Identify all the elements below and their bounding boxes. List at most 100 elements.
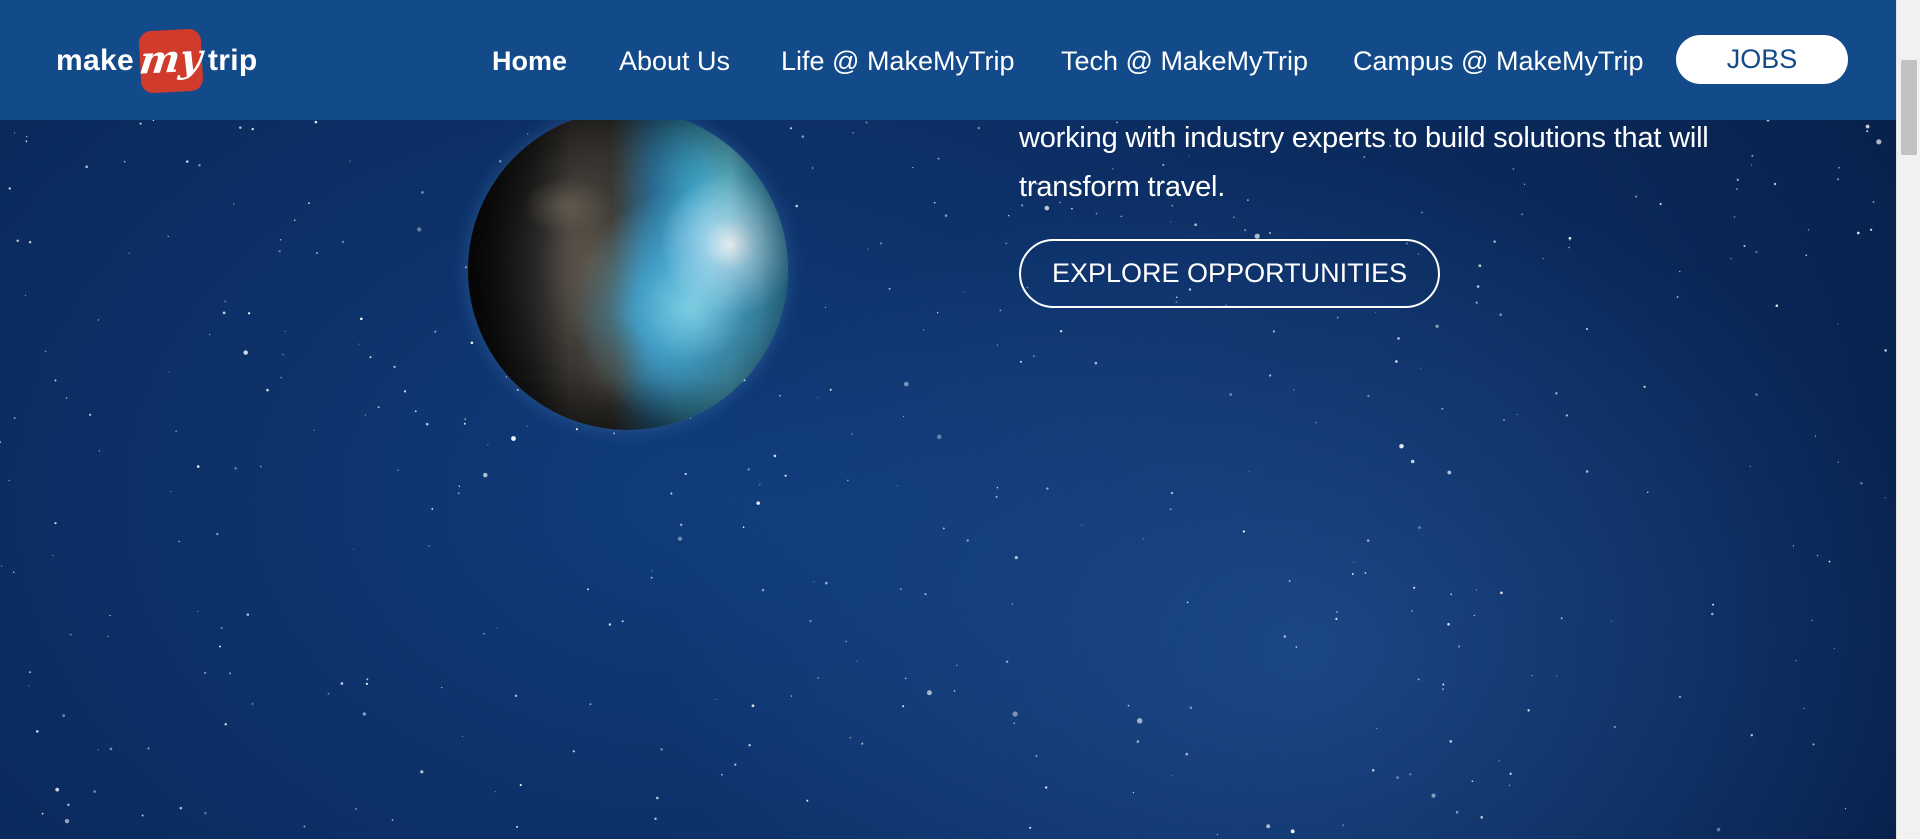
explore-opportunities-button[interactable]: EXPLORE OPPORTUNITIES [1019,239,1441,308]
star [790,695,793,697]
star [1171,775,1173,777]
star [1351,573,1354,575]
main-nav: Home About Us Life @ MakeMyTrip Tech @ M… [0,0,1896,120]
vertical-scrollbar[interactable] [1896,0,1920,839]
star [12,571,15,573]
nav-life[interactable]: Life @ MakeMyTrip [781,42,1014,80]
star [721,774,723,776]
star [1397,337,1400,340]
star [995,495,998,498]
star [141,814,144,817]
star [789,127,793,130]
star [204,811,207,815]
star [1555,392,1558,395]
star [362,712,366,716]
nav-campus[interactable]: Campus @ MakeMyTrip [1353,42,1643,80]
star [62,714,66,717]
star [1711,612,1714,616]
star [198,163,201,167]
star [1367,394,1370,397]
star [28,685,30,687]
star [167,235,169,238]
star [651,570,653,572]
star [679,523,683,527]
star [1336,611,1338,613]
star [251,127,254,131]
jobs-button[interactable]: JOBS [1676,35,1848,84]
nav-home[interactable]: Home [492,42,567,80]
star [1585,470,1589,473]
nav-about-us[interactable]: About Us [619,42,730,80]
star [936,312,939,314]
star [1283,635,1287,638]
star [715,698,717,700]
star [239,126,242,129]
star [85,165,89,169]
star [28,241,32,244]
star [1046,487,1049,490]
star [953,690,956,692]
star [849,736,852,739]
star [308,202,310,204]
nav-tech[interactable]: Tech @ MakeMyTrip [1061,42,1308,80]
star [364,414,366,416]
star [327,692,330,695]
star [937,157,940,160]
star [1413,586,1416,589]
star [1447,470,1452,475]
star [845,640,847,643]
star [1410,459,1415,464]
star [852,132,854,134]
star [1014,555,1018,560]
star [313,429,315,431]
star [358,343,360,345]
star [359,317,363,321]
star [1792,545,1795,547]
star [851,433,853,435]
star [1795,660,1797,662]
star [366,678,369,681]
star [956,664,958,667]
scrollbar-thumb[interactable] [1901,60,1917,155]
star [280,376,282,379]
star [139,122,142,125]
star [1872,201,1875,203]
star [621,620,624,623]
star [904,677,907,680]
star [589,703,592,706]
star [1418,526,1421,529]
star [1011,603,1013,605]
star [1366,539,1370,542]
star [266,388,269,392]
star [428,545,430,547]
star [1884,497,1886,499]
star [1441,687,1445,691]
star [1805,254,1808,257]
star [824,306,826,308]
star [1678,695,1682,698]
star [1833,647,1836,650]
star [109,614,111,617]
star [209,334,211,336]
star [756,501,760,505]
star [369,356,372,359]
star [587,588,589,591]
star [1417,678,1420,681]
star [168,371,170,373]
star [284,330,286,332]
star [1266,824,1271,829]
star [516,388,519,391]
star [147,747,150,750]
star [1812,743,1815,746]
star [1420,368,1422,370]
star [748,744,751,747]
star [1530,674,1533,677]
star [25,140,28,143]
star [175,430,178,433]
star [867,248,869,250]
star [186,160,189,163]
star [1884,349,1887,352]
star [67,803,70,807]
star [420,770,424,774]
star [1610,620,1613,623]
